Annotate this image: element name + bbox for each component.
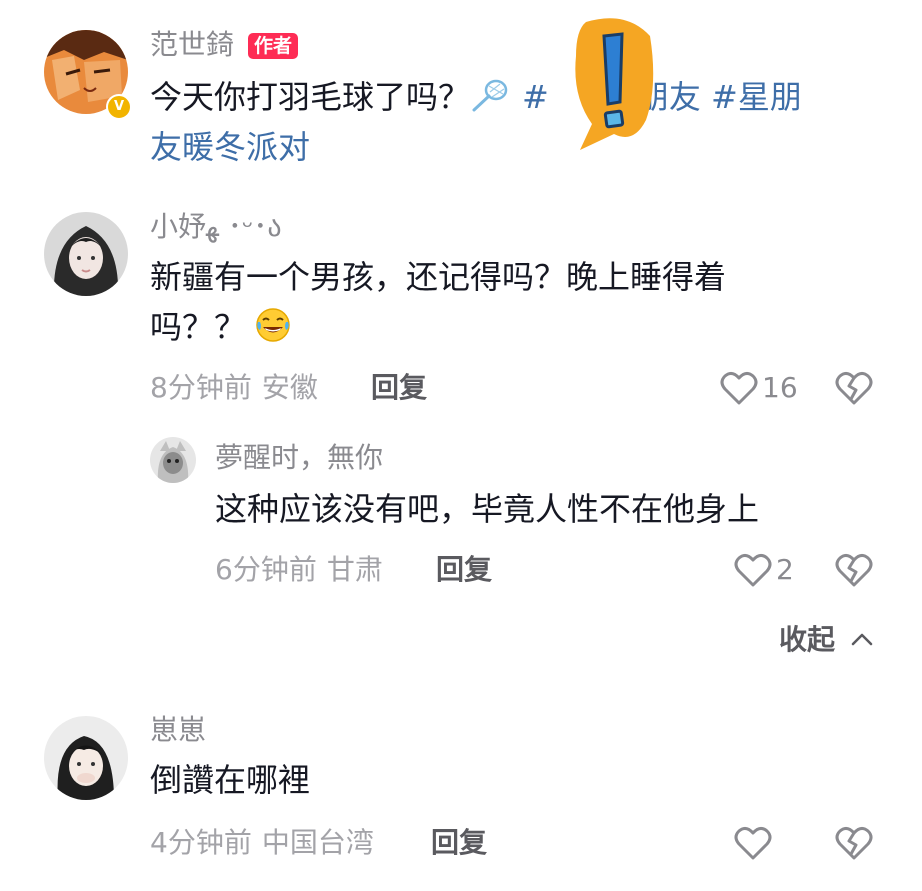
comment-xiaoyu-line2: 吗？？ — [150, 302, 292, 358]
username-zaizai[interactable]: 崽崽 — [150, 713, 206, 747]
comment-location: 中国台湾 — [261, 826, 374, 859]
comment-location: 甘肃 — [326, 553, 383, 586]
heart-icon — [734, 826, 772, 860]
comment-xiaoyu-meta: 8分钟前 安徽 — [150, 371, 318, 405]
user-avatar-zaizai[interactable] — [44, 716, 128, 800]
like-count: 2 — [776, 553, 794, 586]
hashtag-partial[interactable]: # — [522, 78, 549, 116]
author-username[interactable]: 范世錡 — [150, 28, 234, 62]
like-count: 16 — [762, 371, 798, 404]
username-xiaoyu[interactable]: 小妤ﻬ ･ᵕ･ა — [150, 210, 282, 244]
chevron-up-icon — [851, 633, 873, 646]
author-badge: 作者 — [248, 33, 299, 59]
verified-badge-icon: V — [106, 94, 132, 120]
comment-zaizai-meta: 4分钟前 中国台湾 — [150, 826, 374, 860]
comment-time: 6分钟前 — [215, 553, 317, 586]
broken-heart-icon[interactable] — [834, 823, 874, 863]
reply-button[interactable]: 回复 — [436, 553, 492, 587]
collapse-replies-button[interactable]: 收起 — [779, 623, 875, 657]
like-button[interactable] — [734, 823, 776, 863]
user-avatar-mengxing[interactable] — [150, 437, 196, 483]
user-avatar-xiaoyu[interactable] — [44, 212, 128, 296]
collapse-label: 收起 — [779, 623, 836, 656]
laughing-tears-emoji — [254, 306, 292, 358]
comment-mengxing-meta: 6分钟前 甘肃 — [215, 553, 383, 587]
broken-heart-icon[interactable] — [834, 368, 874, 408]
comment-time: 8分钟前 — [150, 371, 252, 404]
reply-button[interactable]: 回复 — [431, 826, 487, 860]
username-mengxing[interactable]: 夢醒时，無你 — [215, 441, 383, 475]
reply-button[interactable]: 回复 — [371, 371, 427, 405]
author-comment-prefix: 今天你打羽毛球了吗？ — [150, 78, 471, 116]
comment-location: 安徽 — [261, 371, 318, 404]
author-comment-line2[interactable]: 友暖冬派对 — [150, 122, 310, 172]
author-comment-line1: 今天你打羽毛球了吗？ # 星朋友 #星朋 — [150, 72, 802, 128]
comment-mengxing-line1: 这种应该没有吧，毕竟人性不在他身上 — [215, 490, 760, 528]
heart-icon — [734, 553, 772, 587]
comment-xiaoyu-line1: 新疆有一个男孩，还记得吗？晚上睡得着 — [150, 258, 727, 296]
comment-time: 4分钟前 — [150, 826, 252, 859]
broken-heart-icon[interactable] — [834, 550, 874, 590]
exclamation-sticker-icon — [575, 18, 654, 150]
comment-zaizai-line1: 倒讚在哪裡 — [150, 761, 311, 799]
badminton-racket-icon — [470, 78, 510, 128]
like-button[interactable]: 16 — [720, 368, 798, 408]
heart-icon — [720, 371, 758, 405]
like-button[interactable]: 2 — [734, 550, 794, 590]
comment-xiaoyu-line2-text: 吗？？ — [150, 308, 247, 346]
